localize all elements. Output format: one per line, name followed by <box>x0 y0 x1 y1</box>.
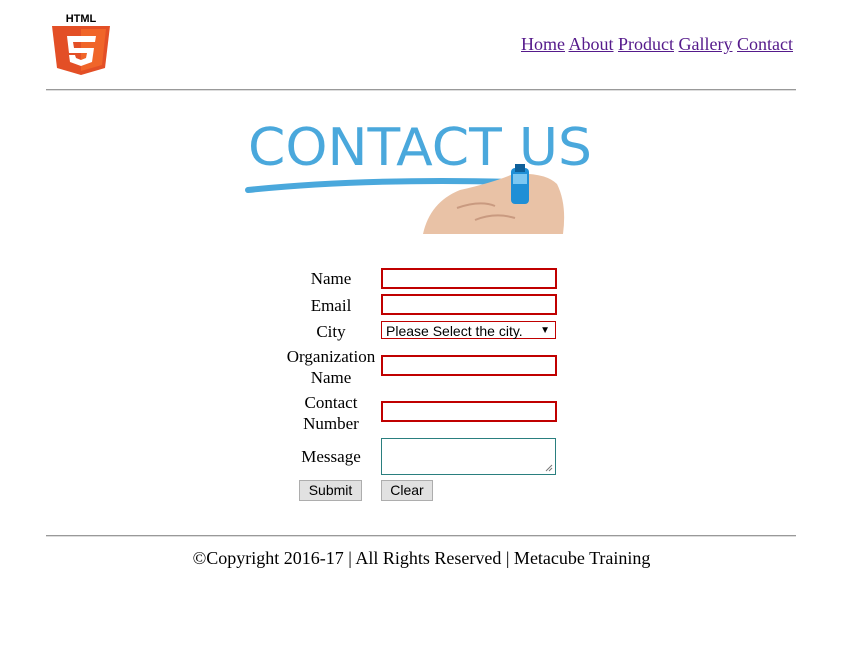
footer-copyright: ©Copyright 2016-17 | All Rights Reserved… <box>192 548 651 568</box>
organization-label-line2: Name <box>310 368 352 387</box>
nav-link-contact[interactable]: Contact <box>737 34 793 54</box>
nav-link-home[interactable]: Home <box>521 34 565 54</box>
dropdown-arrow-icon: ▼ <box>540 325 550 336</box>
html5-logo: HTML <box>52 13 110 75</box>
message-textarea[interactable] <box>381 438 556 475</box>
footer-divider <box>46 535 796 537</box>
contact-number-label-line1: Contact <box>304 393 358 412</box>
contact-us-banner: CONTACT US <box>245 118 592 234</box>
banner-text: CONTACT US <box>248 118 592 178</box>
city-select[interactable]: Please Select the city. ▼ <box>381 321 556 339</box>
organization-label: Organization Name <box>276 346 386 388</box>
resize-grip-icon[interactable] <box>545 464 553 472</box>
name-input[interactable] <box>381 268 557 289</box>
contact-number-label: Contact Number <box>276 392 386 434</box>
message-label: Message <box>301 447 361 466</box>
nav-link-product[interactable]: Product <box>618 34 674 54</box>
city-selected-value: Please Select the city. <box>386 323 523 339</box>
header-divider <box>46 89 796 91</box>
email-label: Email <box>310 296 352 315</box>
logo-text: HTML <box>66 13 97 25</box>
nav-link-gallery[interactable]: Gallery <box>679 34 733 54</box>
contact-number-input[interactable] <box>381 401 557 422</box>
email-input[interactable] <box>381 294 557 315</box>
main-nav: Home About Product Gallery Contact <box>521 34 793 55</box>
organization-label-line1: Organization <box>286 347 376 366</box>
nav-link-about[interactable]: About <box>569 34 614 54</box>
name-label: Name <box>310 269 352 288</box>
submit-button[interactable]: Submit <box>299 480 362 501</box>
city-label: City <box>316 322 346 341</box>
clear-button[interactable]: Clear <box>381 480 433 501</box>
contact-number-label-line2: Number <box>303 414 359 433</box>
page: HTML Home About Product Gallery Contact … <box>0 0 857 662</box>
organization-input[interactable] <box>381 355 557 376</box>
